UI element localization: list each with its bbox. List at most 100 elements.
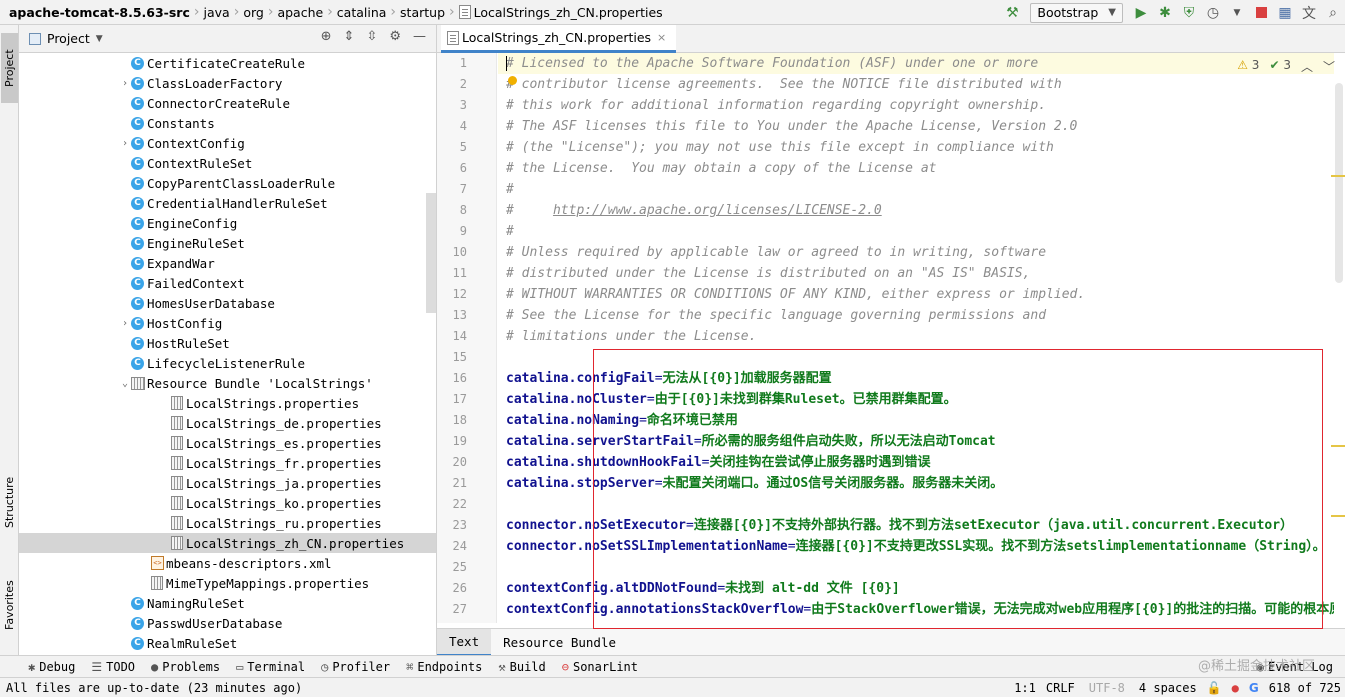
memory-indicator[interactable]: 618 of 725: [1269, 681, 1341, 695]
breadcrumb-item[interactable]: java: [204, 5, 230, 20]
project-structure-icon[interactable]: ▦: [1273, 1, 1297, 25]
tree-item[interactable]: LocalStrings.properties: [19, 393, 436, 413]
error-stripe-marker[interactable]: [1331, 515, 1345, 517]
tree-item[interactable]: C EngineRuleSet: [19, 233, 436, 253]
project-panel-title[interactable]: Project: [47, 31, 90, 46]
editor-tab[interactable]: LocalStrings_zh_CN.properties ×: [441, 25, 677, 53]
tool-window-profiler[interactable]: ◷ Profiler: [313, 660, 398, 674]
tool-window-bar: ✱ Debug ☰ TODO ● Problems ▭ Terminal ◷ Profiler ⌘ E…: [0, 655, 1345, 677]
chevron-right-icon[interactable]: ›: [119, 78, 131, 89]
tree-item[interactable]: C PasswdUserDatabase: [19, 613, 436, 633]
tool-window-terminal[interactable]: ▭ Terminal: [228, 660, 313, 674]
translate-icon[interactable]: 文: [1297, 1, 1321, 25]
tree-item[interactable]: › C ContextConfig: [19, 133, 436, 153]
chevron-down-icon[interactable]: ▼: [96, 34, 103, 44]
event-log-label: Event Log: [1267, 659, 1333, 674]
tool-window-debug[interactable]: ✱ Debug: [20, 660, 83, 674]
locate-file-icon[interactable]: ⊕: [321, 29, 332, 44]
build-hammer-icon[interactable]: ⚒: [1000, 1, 1024, 25]
tree-item[interactable]: › C ClassLoaderFactory: [19, 73, 436, 93]
tool-window-build[interactable]: ⚒ Build: [490, 660, 553, 674]
tree-item[interactable]: C LifecycleListenerRule: [19, 353, 436, 373]
line-number: 5: [459, 140, 467, 154]
file-encoding[interactable]: UTF-8: [1085, 681, 1129, 695]
tab-text[interactable]: Text: [437, 628, 492, 656]
tree-item[interactable]: C EngineConfig: [19, 213, 436, 233]
debug-icon[interactable]: ✱: [1153, 1, 1177, 25]
coverage-icon[interactable]: ⛨: [1177, 1, 1201, 25]
expand-all-icon[interactable]: ⇕: [344, 29, 355, 44]
error-stripe-marker[interactable]: [1331, 445, 1345, 447]
hide-icon[interactable]: —: [413, 29, 426, 44]
chevron-down-icon[interactable]: ﹀: [1323, 58, 1335, 75]
indent-setting[interactable]: 4 spaces: [1139, 681, 1197, 695]
breadcrumb-item[interactable]: catalina: [337, 5, 387, 20]
license-link[interactable]: http://www.apache.org/licenses/LICENSE-2…: [553, 203, 882, 218]
tree-item[interactable]: C ExpandWar: [19, 253, 436, 273]
chevron-up-icon[interactable]: ︿: [1301, 58, 1313, 75]
chevron-down-icon[interactable]: ⌄: [119, 378, 131, 389]
breadcrumb-item[interactable]: apache-tomcat-8.5.63-src: [0, 5, 190, 20]
caret-position[interactable]: 1:1: [1014, 681, 1036, 695]
editor-scrollbar[interactable]: [1335, 83, 1343, 283]
search-everywhere-icon[interactable]: ⌕: [1321, 1, 1345, 25]
error-stripe-marker[interactable]: [1331, 175, 1345, 177]
code-editor[interactable]: # Licensed to the Apache Software Founda…: [498, 53, 1334, 623]
tree-item[interactable]: LocalStrings_fr.properties: [19, 453, 436, 473]
tree-item[interactable]: C ContextRuleSet: [19, 153, 436, 173]
project-side-tab[interactable]: Project: [1, 33, 18, 103]
stop-icon[interactable]: [1249, 1, 1273, 25]
tool-window-problems[interactable]: ● Problems: [143, 660, 228, 674]
profile-icon[interactable]: ◷: [1201, 1, 1225, 25]
tree-item[interactable]: LocalStrings_de.properties: [19, 413, 436, 433]
breadcrumb-item[interactable]: startup: [400, 5, 445, 20]
tab-resource-bundle[interactable]: Resource Bundle: [491, 629, 628, 656]
tree-item[interactable]: LocalStrings_ko.properties: [19, 493, 436, 513]
close-icon[interactable]: ×: [657, 31, 666, 44]
lock-icon[interactable]: 🔓: [1207, 681, 1222, 695]
tree-item[interactable]: C HostRuleSet: [19, 333, 436, 353]
breadcrumb-item[interactable]: LocalStrings_zh_CN.properties: [458, 5, 663, 20]
breadcrumb-item[interactable]: org: [243, 5, 264, 20]
tree-item[interactable]: LocalStrings_es.properties: [19, 433, 436, 453]
tool-window-todo[interactable]: ☰ TODO: [83, 660, 143, 674]
google-icon[interactable]: G: [1249, 681, 1259, 695]
tree-item[interactable]: C Constants: [19, 113, 436, 133]
tool-window-endpoints[interactable]: ⌘ Endpoints: [398, 660, 490, 674]
intention-bulb-icon[interactable]: [508, 76, 517, 85]
tree-item[interactable]: C HomesUserDatabase: [19, 293, 436, 313]
tree-item[interactable]: LocalStrings_ja.properties: [19, 473, 436, 493]
run-icon[interactable]: ▶: [1129, 1, 1153, 25]
tree-item[interactable]: C CopyParentClassLoaderRule: [19, 173, 436, 193]
tree-item[interactable]: MimeTypeMappings.properties: [19, 573, 436, 593]
tree-item[interactable]: C RealmRuleSet: [19, 633, 436, 653]
error-indicator-icon[interactable]: ●: [1232, 681, 1239, 695]
tree-item[interactable]: LocalStrings_zh_CN.properties: [19, 533, 436, 553]
property-value: 连接器[{0}]不支持外部执行器。找不到方法setExecutor（java.u…: [693, 518, 1294, 533]
inspection-widget[interactable]: ⚠ 3 ✔ 3 ︿ ﹀: [1237, 58, 1335, 75]
gear-icon[interactable]: ⚙: [389, 29, 401, 44]
tree-item[interactable]: <> mbeans-descriptors.xml: [19, 553, 436, 573]
more-run-chevron-icon[interactable]: ▼: [1225, 1, 1249, 25]
chevron-right-icon[interactable]: ›: [119, 318, 131, 329]
favorites-side-tab[interactable]: Favorites: [1, 560, 18, 650]
tool-window-sonarlint[interactable]: ⊖ SonarLint: [554, 660, 646, 674]
run-configuration-selector[interactable]: Bootstrap ▼: [1030, 2, 1123, 23]
tree-item[interactable]: ⌄ Resource Bundle 'LocalStrings': [19, 373, 436, 393]
tree-item[interactable]: LocalStrings_ru.properties: [19, 513, 436, 533]
collapse-all-icon[interactable]: ⇳: [366, 29, 377, 44]
tree-item[interactable]: C NamingRuleSet: [19, 593, 436, 613]
tree-item[interactable]: C CredentialHandlerRuleSet: [19, 193, 436, 213]
property-key: catalina.shutdownHookFail: [506, 455, 702, 470]
line-separator[interactable]: CRLF: [1046, 681, 1075, 695]
breadcrumb-item[interactable]: apache: [277, 5, 323, 20]
tree-item[interactable]: C FailedContext: [19, 273, 436, 293]
tree-item[interactable]: C ConnectorCreateRule: [19, 93, 436, 113]
line-number: 24: [452, 539, 467, 553]
tree-item[interactable]: › C HostConfig: [19, 313, 436, 333]
tree-scrollbar[interactable]: [426, 193, 436, 313]
chevron-right-icon[interactable]: ›: [119, 138, 131, 149]
event-log-button[interactable]: ◉ Event Log: [1257, 660, 1333, 674]
tree-item[interactable]: C CertificateCreateRule: [19, 53, 436, 73]
structure-side-tab[interactable]: Structure: [1, 457, 18, 547]
